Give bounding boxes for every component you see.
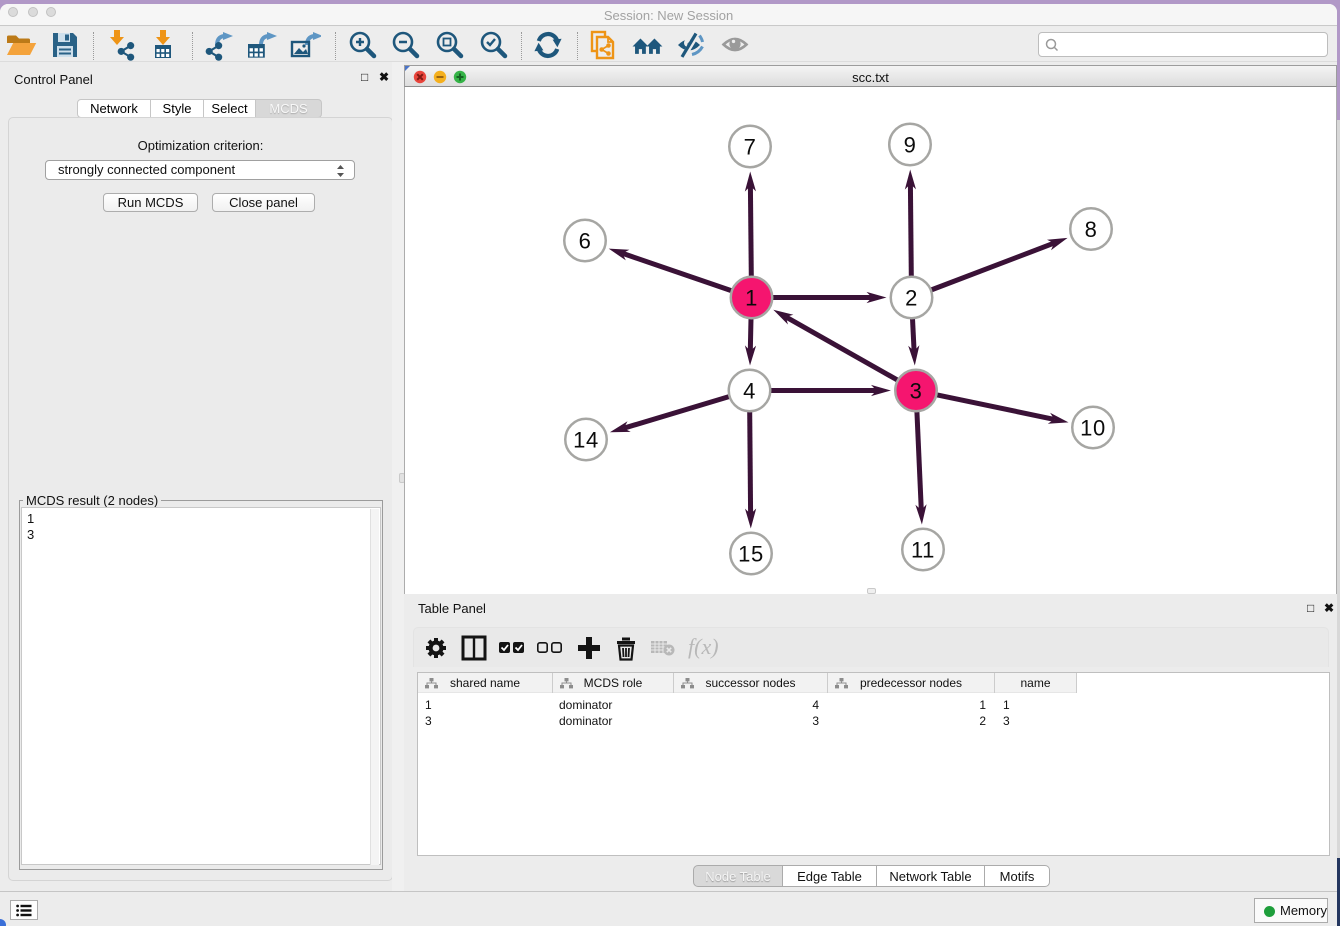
svg-text:14: 14 bbox=[573, 427, 599, 452]
svg-text:10: 10 bbox=[1080, 415, 1106, 440]
svg-text:6: 6 bbox=[579, 228, 592, 253]
svg-text:9: 9 bbox=[904, 132, 917, 157]
svg-text:1: 1 bbox=[745, 285, 758, 310]
svg-text:4: 4 bbox=[743, 378, 756, 403]
svg-text:7: 7 bbox=[744, 134, 757, 159]
svg-text:15: 15 bbox=[738, 541, 764, 566]
svg-text:11: 11 bbox=[911, 537, 935, 562]
svg-text:2: 2 bbox=[905, 285, 918, 310]
svg-text:3: 3 bbox=[910, 378, 923, 403]
svg-text:8: 8 bbox=[1085, 216, 1098, 241]
svg-text:f(x): f(x) bbox=[688, 634, 719, 659]
